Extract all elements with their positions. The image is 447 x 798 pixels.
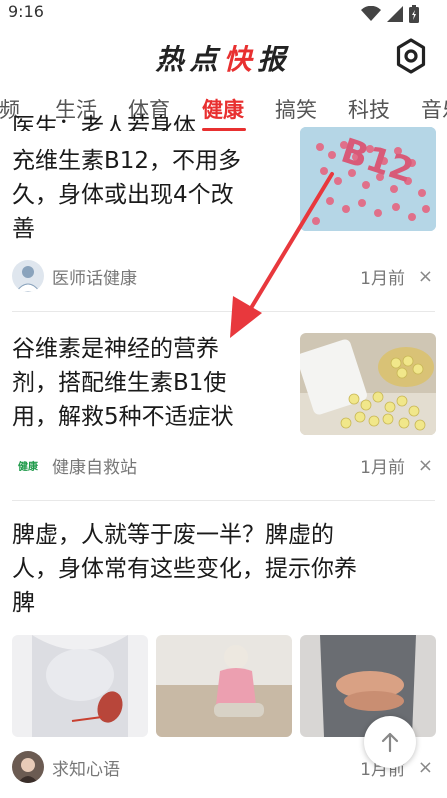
article-title-line: 谷维素是神经的营养	[12, 336, 219, 362]
article-image[interactable]	[156, 635, 292, 737]
signal-icon	[387, 6, 403, 22]
pill-image: B12	[300, 127, 436, 231]
article-title-partial-line: 医生：老人若身体	[12, 114, 196, 131]
article-image[interactable]	[12, 635, 148, 737]
gear-icon	[396, 38, 426, 74]
arrow-up-icon	[381, 732, 399, 753]
article-title-line: 充维生素B12，不用多	[12, 148, 242, 174]
app-title-part1: 热点	[155, 43, 224, 76]
status-icons	[361, 5, 419, 23]
app-title-highlight: 快	[223, 43, 258, 76]
article-title-line: 人，身体常有这些变化，提示你养	[12, 556, 357, 582]
dismiss-button[interactable]: ×	[418, 455, 433, 476]
tab-tech[interactable]: 科技	[348, 94, 390, 124]
source-logo: 健康	[12, 449, 44, 481]
app-header: 热点快报	[0, 26, 447, 86]
article-title-partial: 医生：老人若身体	[12, 110, 292, 131]
wifi-icon	[361, 6, 381, 21]
app-title-part2: 报	[257, 43, 292, 76]
article-title[interactable]: 充维生素B12，不用多 久，身体或出现4个改 善	[12, 144, 292, 246]
source-avatar	[12, 751, 44, 783]
article-source[interactable]: 医师话健康	[52, 264, 137, 289]
article-title-line: 脾	[12, 590, 35, 616]
article-time: 1月前	[360, 457, 405, 478]
article-time: 1月前	[360, 268, 405, 289]
article-thumbnail[interactable]: B12	[300, 127, 436, 231]
source-avatar	[12, 260, 44, 292]
article-title[interactable]: 脾虚，人就等于废一半？脾虚的 人，身体常有这些变化，提示你养 脾	[12, 518, 437, 620]
article-meta: 健康 健康自救站 1月前 ×	[12, 450, 435, 480]
settings-button[interactable]	[393, 38, 429, 74]
battery-icon	[409, 5, 419, 23]
stomach-ache-image	[300, 635, 436, 737]
article-title[interactable]: 谷维素是神经的营养 剂，搭配维生素B1使 用，解救5种不适症状	[12, 332, 292, 434]
article-meta: 医师话健康 1月前 ×	[12, 260, 435, 292]
back-to-top-button[interactable]	[364, 716, 416, 768]
article-title-line: 久，身体或出现4个改	[12, 182, 234, 208]
app-title: 热点快报	[0, 38, 447, 78]
article-title-line: 用，解救5种不适症状	[12, 404, 234, 430]
status-time: 9:16	[8, 2, 44, 21]
article-card[interactable]: 医生：老人若身体 充维生素B12，不用多 久，身体或出现4个改 善 B12 医师…	[0, 114, 447, 307]
organ-illustration-image	[12, 635, 148, 737]
person-avatar-icon	[18, 758, 38, 783]
status-bar: 9:16	[0, 0, 447, 26]
article-title-line: 善	[12, 216, 35, 242]
article-image[interactable]	[300, 635, 436, 737]
article-title-line: 脾虚，人就等于废一半？脾虚的	[12, 522, 334, 548]
dismiss-button[interactable]: ×	[418, 266, 433, 287]
woman-knee-pain-image	[156, 635, 292, 737]
pill-bottle-image	[300, 333, 436, 435]
article-thumbnail[interactable]	[300, 333, 436, 435]
dismiss-button[interactable]: ×	[418, 757, 433, 778]
source-logo-text: 健康	[18, 461, 38, 473]
doctor-avatar-icon	[15, 266, 41, 292]
article-title-line: 剂，搭配维生素B1使	[12, 370, 227, 396]
article-card[interactable]: 谷维素是神经的营养 剂，搭配维生素B1使 用，解救5种不适症状 健康 健康自救站…	[0, 312, 447, 500]
tab-music[interactable]: 音乐	[421, 94, 447, 124]
article-source[interactable]: 求知心语	[52, 755, 120, 780]
article-source[interactable]: 健康自救站	[52, 453, 137, 478]
